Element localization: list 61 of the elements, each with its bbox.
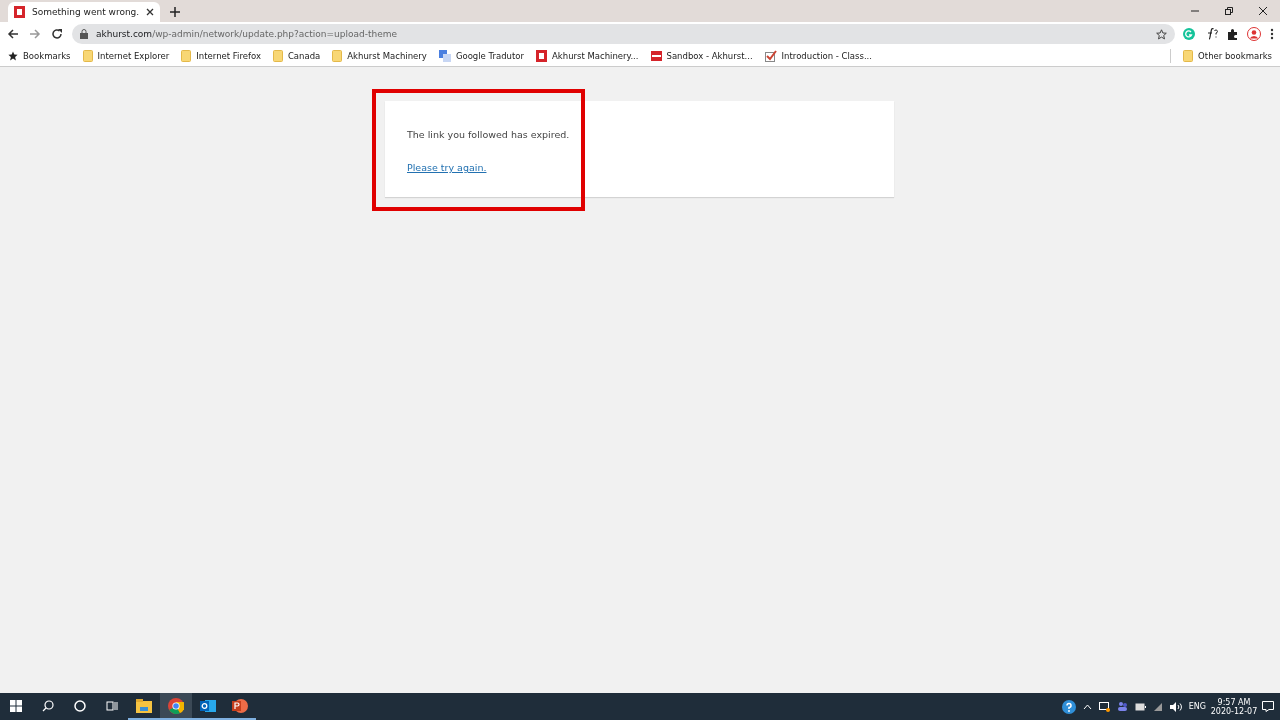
other-bookmarks-link[interactable]: Other bookmarks	[1183, 50, 1272, 62]
browser-tab[interactable]: Something went wrong.	[8, 2, 160, 22]
people-icon[interactable]	[1116, 701, 1128, 712]
monitor-icon[interactable]	[1098, 701, 1110, 712]
battery-icon[interactable]	[1134, 702, 1146, 711]
close-window-icon	[1258, 6, 1268, 16]
folder-icon	[272, 50, 283, 62]
url-text: akhurst.com/wp-admin/network/update.php?action=upload-theme	[96, 29, 398, 39]
chevron-up-icon[interactable]	[1082, 703, 1092, 710]
site-favicon-icon	[536, 50, 547, 62]
back-arrow-button[interactable]	[6, 27, 20, 41]
minus-sign-icon	[650, 51, 662, 61]
site-favicon-icon	[14, 6, 25, 18]
translate-icon	[438, 50, 451, 62]
reload-button[interactable]	[50, 27, 64, 41]
puzzle-icon[interactable]	[1227, 28, 1238, 40]
bookmark-link[interactable]: Internet Firefox	[181, 50, 261, 62]
circle-icon	[74, 699, 86, 712]
bookmark-link[interactable]: Akhurst Machinery...	[536, 50, 639, 62]
bookmark-link[interactable]: Sandbox - Akhurst...	[650, 51, 753, 61]
search-icon	[42, 699, 54, 712]
bookmark-link[interactable]: Introduction - Class...	[764, 50, 873, 62]
wifi-icon[interactable]	[1152, 702, 1163, 711]
chrome-icon	[168, 697, 184, 714]
error-message: The link you followed has expired.	[407, 129, 571, 141]
bookmark-link[interactable]: Bookmarks	[8, 51, 71, 61]
star-icon	[8, 51, 18, 61]
forward-arrow-icon	[29, 28, 41, 40]
bookmark-link[interactable]: Google Tradutor	[438, 50, 524, 62]
back-arrow-icon	[7, 28, 19, 40]
bookmark-link[interactable]: Canada	[272, 50, 321, 62]
new-tab-button[interactable]	[168, 5, 182, 19]
profile-avatar-icon[interactable]	[1247, 27, 1261, 41]
folder-icon	[332, 50, 343, 62]
forward-arrow-button[interactable]	[28, 27, 42, 41]
restore-icon	[1224, 6, 1234, 16]
bookmark-link[interactable]: Akhurst Machinery	[332, 50, 427, 62]
bookmark-link[interactable]: Internet Explorer	[82, 50, 170, 62]
reload-icon	[51, 28, 63, 40]
lock-icon	[80, 29, 88, 39]
presentation-app-icon	[232, 697, 248, 714]
close-icon[interactable]	[146, 8, 155, 16]
folder-icon	[82, 50, 93, 62]
help-icon[interactable]	[1061, 699, 1076, 714]
folder-icon	[1183, 50, 1194, 62]
language-indicator[interactable]: ENG	[1188, 702, 1206, 711]
folder-icon	[136, 698, 152, 713]
task-view-icon	[106, 699, 118, 712]
menu-icon[interactable]	[1270, 28, 1274, 40]
windows-logo-icon	[10, 699, 22, 712]
speaker-icon[interactable]	[1169, 701, 1182, 712]
plus-icon	[170, 7, 180, 17]
folder-icon	[181, 50, 192, 62]
checkmark-icon	[764, 50, 777, 62]
notification-icon[interactable]	[1262, 701, 1274, 712]
mail-app-icon	[200, 697, 216, 714]
clock[interactable]: 9:57 AM 2020-12-07	[1213, 697, 1255, 716]
try-again-link[interactable]: Please try again.	[407, 162, 487, 174]
taskbar-app-button[interactable]	[160, 693, 192, 720]
address-bar[interactable]: akhurst.com/wp-admin/network/update.php?action=upload-theme	[72, 24, 1175, 44]
star-outline-icon[interactable]	[1156, 28, 1167, 40]
